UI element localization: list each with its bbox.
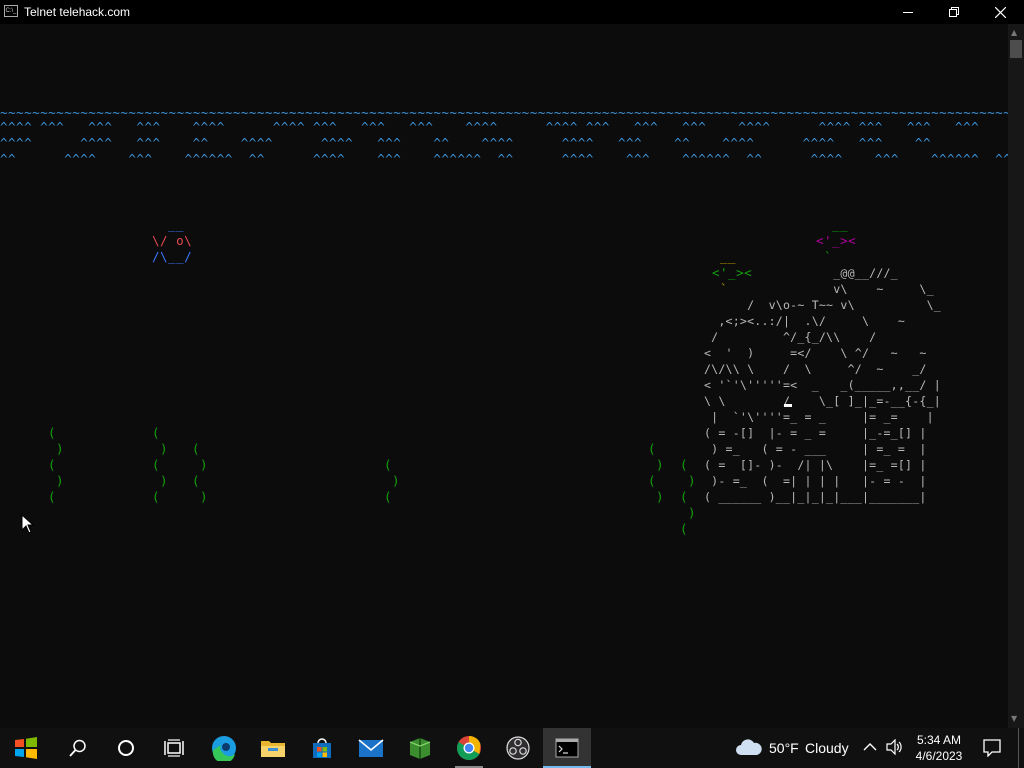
cortana-button[interactable]: [102, 728, 150, 768]
terminal-output[interactable]: ~~~~~~~~~~~~~~~~~~~~~~~~~~~~~~~~~~~~~~~~…: [0, 24, 1008, 728]
task-view-button[interactable]: [150, 728, 198, 768]
scrollbar-thumb[interactable]: [1010, 40, 1022, 58]
seaweed-2: ( ) ( ) (: [152, 425, 169, 504]
water-waves-3: ^^ ^^^^ ^^^ ^^^^^^ ^^ ^^^^ ^^^ ^^^^^^ ^^…: [0, 151, 1008, 166]
taskbar-edge[interactable]: [200, 728, 248, 768]
window-titlebar[interactable]: C:\_ Telnet telehack.com: [0, 0, 1024, 24]
weather-temperature[interactable]: 50°F: [769, 740, 799, 756]
seaweed-6: ( ) ( ) (: [680, 457, 697, 536]
minimize-icon: [903, 12, 913, 13]
fish-hex-body-1: \/ o\: [152, 233, 193, 248]
start-button[interactable]: [2, 728, 50, 768]
fish-mid-top: __: [712, 249, 737, 264]
vertical-scrollbar[interactable]: ▲ ▼: [1008, 24, 1024, 728]
fish-hex-body-2: /\__/: [152, 249, 193, 264]
cloud-icon[interactable]: [735, 738, 763, 758]
fish-small-body: <'_><: [816, 233, 857, 248]
command-prompt-icon: [555, 738, 579, 758]
window-title: Telnet telehack.com: [24, 5, 131, 19]
weather-condition[interactable]: Cloudy: [805, 740, 849, 756]
text-cursor: [784, 404, 792, 407]
seaweed-4: ( ) (: [384, 457, 401, 504]
clock-time: 5:34 AM: [916, 733, 962, 747]
taskbar-microsoft-store[interactable]: [298, 728, 346, 768]
restore-button[interactable]: [931, 0, 977, 24]
taskbar-command-prompt[interactable]: [543, 728, 591, 768]
sand-castle: _@@__///_ v\ ~ \_ / v\o-~ T~~ v\ \_ ,<;>…: [704, 266, 941, 504]
volume-icon[interactable]: [886, 739, 904, 755]
mail-icon: [358, 739, 384, 757]
chevron-up-icon[interactable]: [863, 742, 877, 752]
console-app-icon: C:\_: [4, 5, 18, 17]
chrome-icon: [457, 735, 481, 761]
taskbar[interactable]: 50°F Cloudy 5:34 AM 4/6/2023: [0, 728, 1024, 768]
scroll-up-icon[interactable]: ▲: [1011, 28, 1017, 37]
obs-studio-icon: [506, 736, 530, 760]
edge-icon: [212, 736, 236, 761]
close-icon: [994, 6, 1006, 18]
folder-icon: [261, 741, 285, 757]
store-icon: [313, 738, 331, 758]
taskbar-search-button[interactable]: [54, 728, 102, 768]
clock-date: 4/6/2023: [915, 749, 963, 763]
taskbar-minecraft[interactable]: [396, 728, 444, 768]
mouse-pointer-icon: [21, 514, 35, 534]
fish-small-tail: `: [816, 249, 833, 264]
water-waves-1: ^^^^ ^^^ ^^^ ^^^ ^^^^ ^^^^ ^^^ ^^^ ^^^ ^…: [0, 119, 980, 134]
cortana-icon: [118, 740, 134, 756]
close-button[interactable]: [977, 0, 1023, 24]
notification-icon[interactable]: [983, 739, 1001, 757]
windows-logo-icon: [15, 737, 37, 759]
search-icon: [69, 739, 86, 757]
seaweed-1: ( ) ( ) (: [48, 425, 65, 504]
minimize-button[interactable]: [885, 0, 931, 24]
scroll-down-icon[interactable]: ▼: [1011, 714, 1017, 723]
restore-icon: [949, 7, 959, 17]
seaweed-3: ( ) ( ): [192, 441, 209, 504]
taskbar-file-explorer[interactable]: [249, 728, 297, 768]
seaweed-5: ( ) ( ): [648, 441, 665, 504]
taskbar-obs[interactable]: [494, 728, 542, 768]
fish-small-top: __: [816, 217, 849, 232]
taskbar-mail[interactable]: [347, 728, 395, 768]
water-waves-2: ^^^^ ^^^^ ^^^ ^^ ^^^^ ^^^^ ^^^ ^^ ^^^^ ^…: [0, 135, 931, 150]
clock[interactable]: 5:34 AM 4/6/2023: [908, 732, 970, 764]
minecraft-launcher-icon: [409, 738, 431, 759]
show-desktop-button[interactable]: [1018, 728, 1019, 768]
task-view-icon: [164, 739, 184, 757]
taskbar-chrome[interactable]: [445, 728, 493, 768]
fish-hex-top: __: [160, 217, 185, 232]
